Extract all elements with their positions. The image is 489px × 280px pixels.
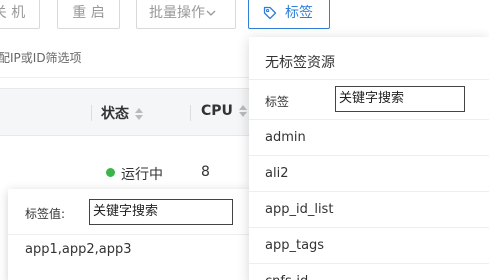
tag-filter-label: 标签 xyxy=(265,95,290,109)
header-status-label: 状态 xyxy=(101,106,129,122)
tag-option-app-tags[interactable]: app_tags xyxy=(265,238,324,253)
tag-button-label: 标签 xyxy=(285,5,313,21)
dropdown-divider xyxy=(249,155,489,156)
column-separator xyxy=(91,105,92,121)
dropdown-divider xyxy=(249,227,489,228)
tag-option-app-id-list[interactable]: app_id_list xyxy=(265,202,333,217)
batch-operation-label: 批量操作 xyxy=(149,5,205,21)
header-cpu-label: CPU xyxy=(201,103,233,119)
dropdown-divider xyxy=(249,263,489,264)
tag-value-option[interactable]: app1,app2,app3 xyxy=(25,242,132,257)
tag-value-search-input[interactable]: 关键字搜索 xyxy=(89,199,233,225)
dropdown-divider xyxy=(249,79,489,80)
tag-option-cnfs-id[interactable]: cnfs-id xyxy=(265,274,308,280)
status-running-dot xyxy=(106,168,115,177)
no-tag-resources-option[interactable]: 无标签资源 xyxy=(265,52,335,72)
tag-option-ali2[interactable]: ali2 xyxy=(265,166,288,181)
tag-dropdown: 无标签资源 标签 关键字搜索 admin ali2 app_id_list ap… xyxy=(249,37,489,280)
dropdown-divider xyxy=(249,191,489,192)
restart-button[interactable]: 重 启 xyxy=(57,0,120,29)
dropdown-divider xyxy=(249,119,489,120)
status-text: 运行中 xyxy=(121,167,163,183)
tag-filter-input[interactable]: 关键字搜索 xyxy=(335,86,465,112)
tag-button[interactable]: 标签 xyxy=(248,0,330,29)
toolbar: 关 机 重 启 批量操作 标签 xyxy=(0,0,489,36)
shutdown-button[interactable]: 关 机 xyxy=(0,0,40,29)
column-separator xyxy=(190,105,191,121)
search-hint[interactable]: 配IP或ID筛选项 xyxy=(0,49,82,66)
tag-option-admin[interactable]: admin xyxy=(265,130,306,145)
sort-icon[interactable] xyxy=(238,105,247,117)
header-status[interactable]: 状态 xyxy=(101,103,143,123)
batch-operation-button[interactable]: 批量操作 xyxy=(136,0,236,29)
stage: 关 机 重 启 批量操作 标签 配IP或ID筛选项 状态 CPU xyxy=(0,0,489,280)
tag-value-popover: 标签值: 关键字搜索 app1,app2,app3 xyxy=(8,189,250,280)
sort-icon[interactable] xyxy=(135,108,143,120)
popover-divider xyxy=(8,234,250,235)
tag-value-label: 标签值: xyxy=(25,207,66,221)
tag-icon xyxy=(263,6,277,20)
chevron-down-icon xyxy=(206,0,216,39)
header-cpu[interactable]: CPU xyxy=(201,103,247,119)
cpu-value: 8 xyxy=(201,164,210,180)
